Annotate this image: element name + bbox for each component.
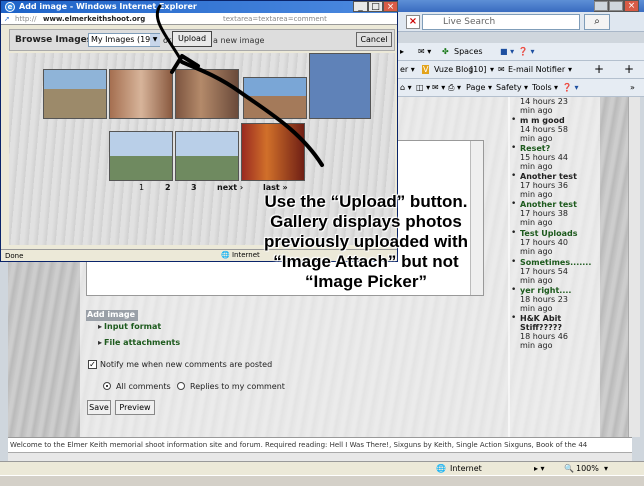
annotation-line: “Image Picker”: [305, 272, 427, 291]
annotation-line: “Image Attach” but not: [273, 252, 459, 271]
annotation-line: previously uploaded with: [263, 232, 469, 251]
annotation-line: Use the “Upload” button.: [264, 192, 468, 211]
instruction-annotation: Use the “Upload” button. Gallery display…: [232, 192, 500, 292]
annotation-line: Gallery displays photos: [270, 212, 462, 231]
